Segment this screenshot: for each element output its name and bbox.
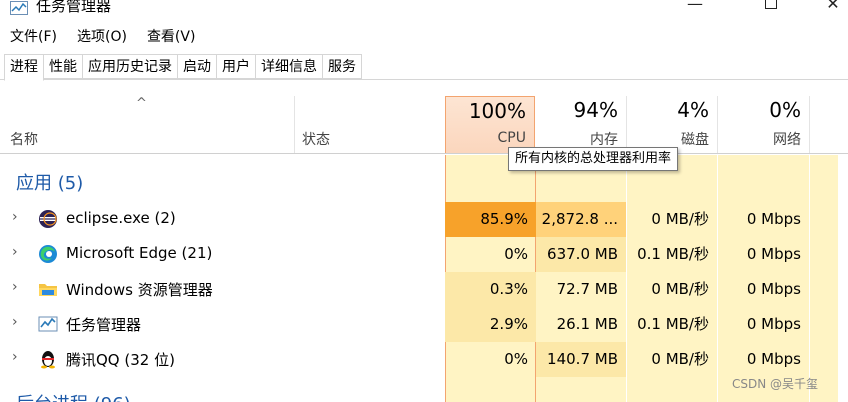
disk-total-percent: 4% (677, 98, 709, 122)
expand-chevron-icon[interactable]: › (12, 349, 18, 365)
column-cpu-header[interactable]: 100% CPU (445, 96, 535, 153)
qq-penguin-icon (41, 351, 55, 369)
expand-chevron-icon[interactable]: › (12, 279, 18, 295)
cpu-cell: 85.9% (445, 202, 536, 237)
disk-cell: 0.1 MB/秒 (637, 245, 709, 263)
column-divider[interactable] (294, 96, 295, 153)
sort-up-icon: ^ (136, 96, 147, 111)
disk-cell: 0.1 MB/秒 (637, 315, 709, 333)
disk-cell: 0 MB/秒 (651, 280, 709, 298)
window-title: 任务管理器 (36, 0, 112, 15)
tab-services[interactable]: 服务 (323, 54, 362, 79)
network-cell: 0 Mbps (746, 350, 801, 368)
process-name: 任务管理器 (66, 316, 142, 334)
task-manager-app-icon (10, 1, 28, 15)
expand-chevron-icon[interactable]: › (12, 244, 18, 260)
column-status-header[interactable]: 状态 (302, 129, 330, 149)
network-total-percent: 0% (769, 98, 801, 122)
cpu-tooltip: 所有内核的总处理器利用率 (508, 147, 679, 171)
expand-chevron-icon[interactable]: › (12, 314, 18, 330)
cpu-cell: 0% (504, 245, 528, 263)
network-cell: 0 Mbps (746, 280, 801, 298)
maximize-button[interactable] (748, 0, 794, 16)
network-cell: 0 Mbps (746, 210, 801, 228)
memory-cell: 26.1 MB (556, 315, 618, 333)
cpu-cell: 2.9% (445, 307, 536, 342)
column-memory-header[interactable]: 94% 内存 (536, 96, 626, 153)
group-header-apps[interactable]: 应用 (5) (16, 169, 83, 195)
memory-total-percent: 94% (573, 98, 618, 122)
process-name: 腾讯QQ (32 位) (66, 351, 175, 369)
folder-icon (39, 284, 57, 296)
table-row[interactable]: › eclipse.exe (2) 85.9% 2,872.8 ... 0 MB… (0, 202, 848, 237)
disk-column-label: 磁盘 (681, 132, 709, 148)
column-disk-header[interactable]: 4% 磁盘 (627, 96, 717, 153)
column-name-header[interactable]: 名称 (10, 129, 38, 149)
menu-options[interactable]: 选项(O) (67, 26, 137, 48)
process-name: Microsoft Edge (21) (66, 244, 213, 262)
tab-strip: 进程 性能 应用历史记录 启动 用户 详细信息 服务 (4, 54, 362, 81)
tab-users[interactable]: 用户 (217, 54, 256, 79)
column-network-header[interactable]: 0% 网络 (718, 96, 809, 153)
network-column-label: 网络 (773, 132, 801, 148)
table-row[interactable]: › 任务管理器 2.9% 26.1 MB 0.1 MB/秒 0 Mbps (0, 307, 848, 342)
memory-cell: 72.7 MB (556, 280, 618, 298)
process-name: Windows 资源管理器 (66, 281, 213, 299)
memory-cell: 637.0 MB (536, 237, 626, 272)
process-list: 应用 (5) › eclipse.exe (2) 85.9% 2,872.8 .… (0, 155, 848, 402)
tab-processes[interactable]: 进程 (4, 54, 44, 81)
column-header: ^ 名称 状态 100% CPU 94% 内存 4% 磁盘 0% 网络 (0, 96, 848, 154)
maximize-icon (765, 0, 777, 9)
watermark: CSDN @吴千玺 (732, 377, 819, 391)
disk-cell: 0 MB/秒 (651, 210, 709, 228)
cpu-total-percent: 100% (468, 99, 526, 123)
cpu-column-label: CPU (497, 130, 526, 146)
tab-details[interactable]: 详细信息 (256, 54, 323, 79)
task-manager-icon (38, 316, 58, 332)
column-divider[interactable] (809, 96, 810, 153)
expand-chevron-icon[interactable]: › (12, 209, 18, 225)
cpu-cell: 0.3% (445, 272, 536, 307)
cpu-cell: 0% (504, 350, 528, 368)
eclipse-icon (39, 210, 57, 228)
group-header-background[interactable]: 后台进程 (96) (16, 390, 131, 402)
tab-startup[interactable]: 启动 (178, 54, 217, 79)
network-cell: 0 Mbps (746, 315, 801, 333)
process-name: eclipse.exe (2) (66, 209, 176, 227)
minimize-icon: — (687, 0, 703, 13)
memory-cell: 2,872.8 ... (536, 202, 626, 237)
close-button[interactable]: ✕ (810, 0, 848, 16)
menu-file[interactable]: 文件(F) (0, 26, 67, 48)
tab-performance[interactable]: 性能 (44, 54, 83, 79)
minimize-button[interactable]: — (672, 0, 718, 16)
edge-icon (39, 245, 57, 263)
table-row[interactable]: › Windows 资源管理器 0.3% 72.7 MB 0 MB/秒 0 Mb… (0, 272, 848, 307)
memory-cell: 140.7 MB (536, 342, 626, 377)
disk-cell: 0 MB/秒 (651, 350, 709, 368)
menu-view[interactable]: 查看(V) (137, 26, 206, 48)
title-bar: 任务管理器 — ✕ (0, 0, 848, 22)
table-row[interactable]: › 腾讯QQ (32 位) 0% 140.7 MB 0 MB/秒 0 Mbps (0, 342, 848, 377)
close-icon: ✕ (826, 0, 840, 13)
table-row[interactable]: › Microsoft Edge (21) 0% 637.0 MB 0.1 MB… (0, 237, 848, 272)
memory-column-label: 内存 (590, 132, 618, 148)
tab-app-history[interactable]: 应用历史记录 (83, 54, 178, 79)
menu-bar: 文件(F) 选项(O) 查看(V) (0, 26, 205, 48)
network-cell: 0 Mbps (746, 245, 801, 263)
